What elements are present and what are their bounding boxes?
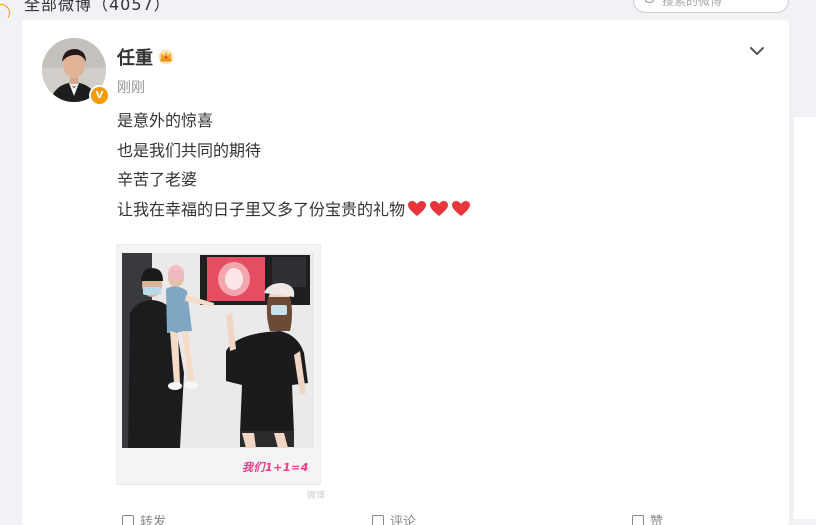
family-photo-image [122,253,314,448]
post-line: 也是我们共同的期待 [117,140,262,160]
chevron-down-icon[interactable] [746,40,768,62]
like-button[interactable]: 赞 [632,513,663,525]
post-line: 辛苦了老婆 [117,170,198,189]
watermark: 微博 [307,491,326,501]
share-icon [122,515,134,525]
action-bar: 转发 评论 赞 [22,513,789,525]
feed-title: 全部微博（4057） [24,0,171,14]
post-body: 是意外的惊喜 也是我们共同的期待 辛苦了老婆 让我在幸福的日子里又多了份宝贵的礼… [117,106,471,224]
like-icon [632,515,644,525]
comment-label: 评论 [390,515,417,525]
post-photo[interactable]: 我们1+1=4 [117,245,320,484]
search-input[interactable]: 搜索的微博 [633,0,789,13]
right-sidebar [794,117,816,519]
post-line-with-hearts: 让我在幸福的日子里又多了份宝贵的礼物 [117,195,471,225]
top-strip: 全部微博（4057） 搜索的微博 [0,0,816,18]
heart-icon [452,200,471,216]
search-placeholder: 搜索的微博 [662,0,723,8]
share-button[interactable]: 转发 [122,513,166,525]
heart-icon [408,200,427,216]
comment-button[interactable]: 评论 [372,513,416,525]
photo-caption: 我们1+1=4 [242,461,309,474]
crown-icon [158,49,174,65]
heart-icon [430,200,449,216]
verified-badge: V [89,85,110,106]
like-label: 赞 [650,515,664,525]
post-time[interactable]: 刚刚 [117,77,145,97]
post-card: V 任重 刚刚 是意外的惊喜 也是我们共同的期待 辛苦了老婆 让我在幸福的日子里… [22,20,789,525]
post-line-text: 让我在幸福的日子里又多了份宝贵的礼物 [117,199,406,219]
post-line: 是意外的惊喜 [117,111,214,130]
edge-icon [0,4,10,18]
comment-icon [372,515,384,525]
share-label: 转发 [140,515,167,525]
search-icon [644,0,655,3]
author-name[interactable]: 任重 [117,44,153,70]
